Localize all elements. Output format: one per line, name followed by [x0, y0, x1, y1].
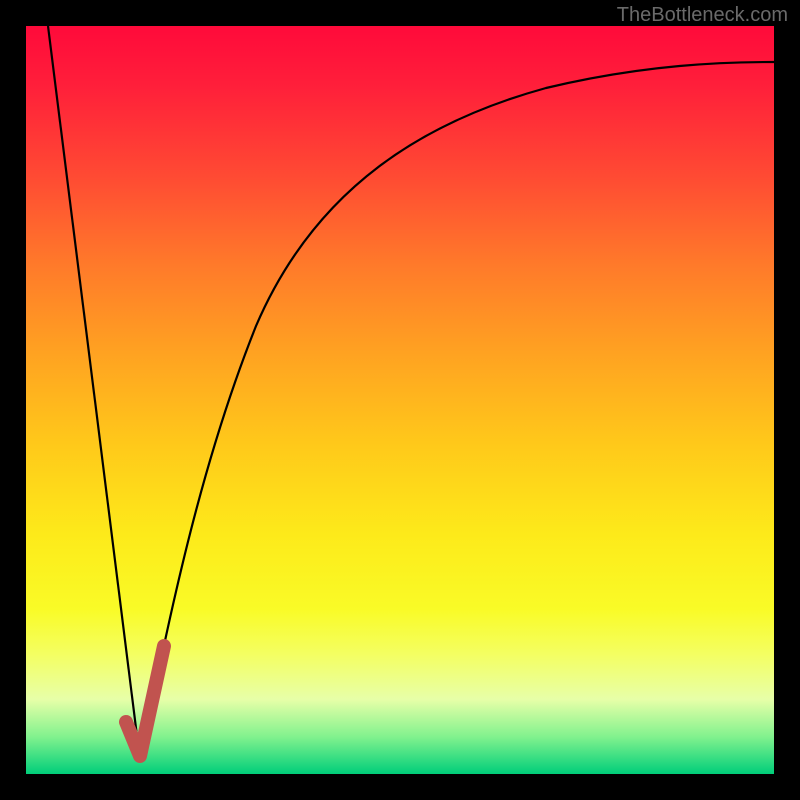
chart-plot-area — [26, 26, 774, 774]
watermark-text: TheBottleneck.com — [617, 4, 788, 27]
series-left-line — [48, 26, 140, 760]
series-right-curve — [140, 62, 774, 760]
chart-svg — [26, 26, 774, 774]
